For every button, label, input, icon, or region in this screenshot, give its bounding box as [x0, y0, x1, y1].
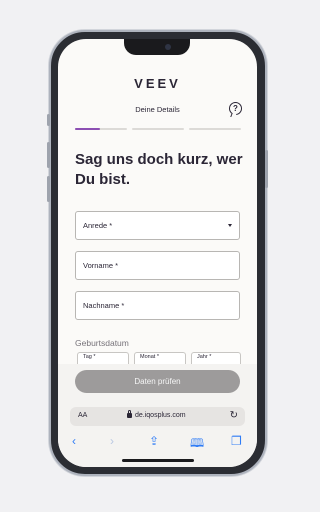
- side-button: [47, 114, 50, 126]
- power-button: [265, 150, 268, 188]
- camera-icon: [165, 44, 171, 50]
- anrede-select[interactable]: Anrede *: [75, 211, 240, 240]
- volume-up-button: [47, 142, 50, 168]
- share-icon[interactable]: ⇪: [149, 434, 159, 448]
- question-bubble-icon[interactable]: ?: [229, 102, 242, 115]
- birth-year-label: Jahr *: [197, 354, 212, 360]
- reload-icon[interactable]: ↻: [230, 410, 238, 421]
- vorname-label: Vorname *: [83, 261, 119, 270]
- brand-logo: VEEV: [134, 76, 181, 91]
- notch: [124, 39, 190, 55]
- progress-step-1-fill: [75, 128, 100, 130]
- submit-button[interactable]: Daten prüfen: [75, 370, 240, 393]
- address-bar[interactable]: AA de.iqosplus.com ↻: [70, 407, 245, 426]
- volume-down-button: [47, 176, 50, 202]
- anrede-label: Anrede *: [83, 221, 113, 230]
- home-indicator: [122, 459, 194, 462]
- birth-day-label: Tag *: [83, 354, 96, 360]
- nachname-field[interactable]: Nachname *: [75, 291, 240, 320]
- lock-icon: [127, 410, 132, 418]
- back-icon[interactable]: ‹: [72, 434, 76, 448]
- progress-step-1: [75, 128, 127, 130]
- progress-step-2: [132, 128, 184, 130]
- chevron-down-icon: [228, 224, 232, 227]
- nachname-label: Nachname *: [83, 301, 125, 310]
- url-text: de.iqosplus.com: [135, 412, 186, 419]
- tabs-icon[interactable]: ❐: [231, 434, 242, 448]
- screen: VEEV Deine Details ? Sag uns doch kurz, …: [58, 39, 257, 467]
- progress-step-3: [189, 128, 241, 130]
- reader-aa-button[interactable]: AA: [78, 412, 87, 419]
- step-title: Deine Details: [135, 105, 180, 114]
- birth-month-label: Monat *: [140, 354, 159, 360]
- page-headline: Sag uns doch kurz, wer Du bist.: [75, 151, 243, 188]
- vorname-field[interactable]: Vorname *: [75, 251, 240, 280]
- bookmarks-icon[interactable]: 🕮: [190, 434, 204, 455]
- birthdate-label: Geburtsdatum: [75, 338, 129, 348]
- forward-icon[interactable]: ›: [110, 434, 114, 448]
